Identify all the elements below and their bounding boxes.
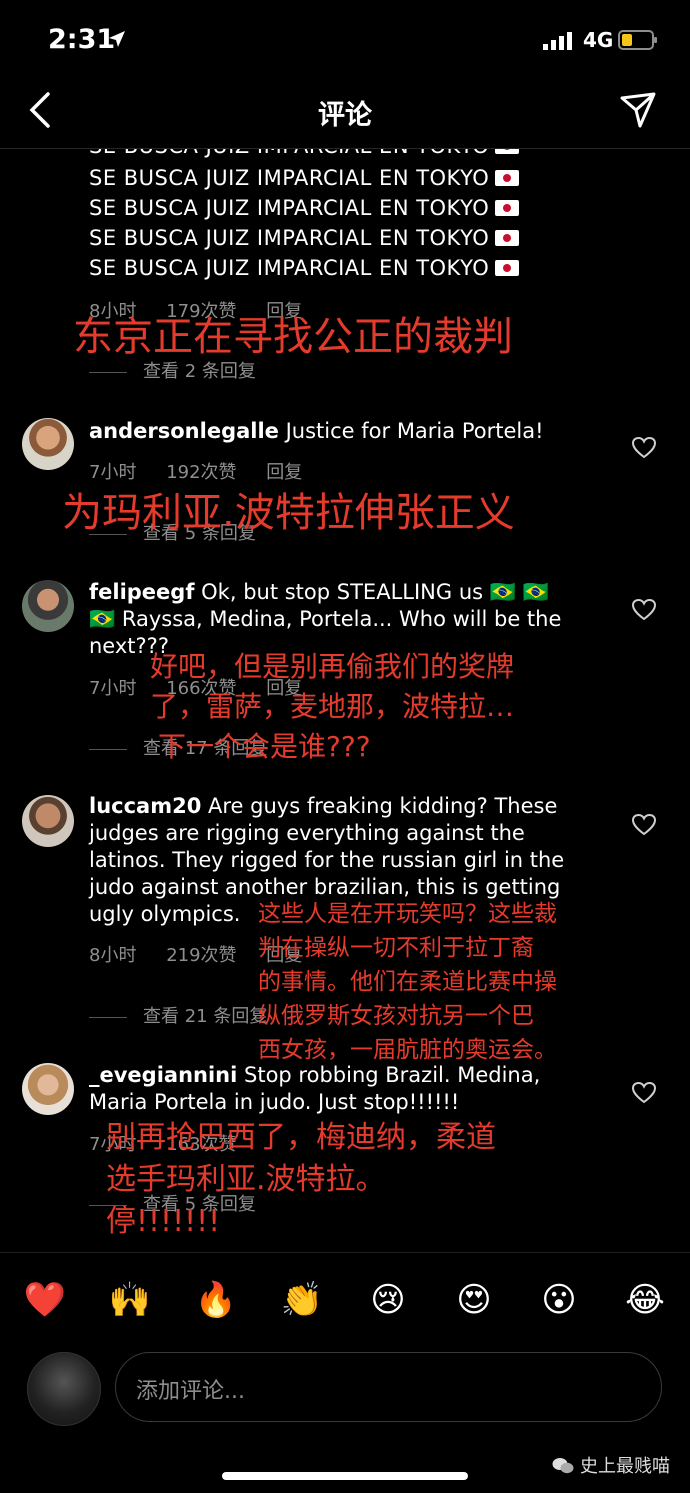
send-icon[interactable] — [618, 90, 658, 130]
clipped-comment-line: SE BUSCA JUIZ IMPARCIAL EN TOKYO — [0, 149, 690, 165]
page-title: 评论 — [318, 100, 372, 131]
watermark: 史上最贱喵 — [552, 1452, 670, 1478]
view-replies-link[interactable]: 查看 21 条回复 — [89, 1002, 267, 1028]
comment-input-placeholder: 添加评论... — [136, 1379, 245, 1404]
avatar[interactable] — [22, 795, 74, 847]
like-heart-icon[interactable] — [632, 814, 656, 836]
location-arrow-icon — [109, 31, 125, 47]
comment-username[interactable]: _evegiannini — [89, 1063, 237, 1087]
translation-line: 这些人是在开玩笑吗？这些裁 — [258, 901, 557, 927]
comment-text: andersonlegalle Justice for Maria Portel… — [89, 419, 544, 443]
comment-time: 7小时 — [89, 678, 137, 699]
wechat-icon — [552, 1458, 574, 1474]
comment-input[interactable]: 添加评论... — [115, 1352, 662, 1422]
comment-line: SE BUSCA JUIZ IMPARCIAL EN TOKYO — [89, 196, 520, 220]
surprised-face-emoji-icon[interactable]: 😮 — [537, 1280, 581, 1320]
japan-flag-icon — [495, 230, 520, 246]
translation-overlay: 为玛利亚.波特拉伸张正义 — [62, 490, 515, 536]
comment-likes[interactable]: 219次赞 — [166, 945, 236, 966]
red-heart-emoji-icon[interactable]: ❤️ — [23, 1280, 67, 1320]
like-heart-icon[interactable] — [632, 1082, 656, 1104]
translation-overlay: 好吧，但是别再偷我们的奖牌 了，雷萨，麦地那，波特拉… 下一个会是谁??? — [150, 647, 514, 767]
like-heart-icon[interactable] — [632, 599, 656, 621]
comment-line: SE BUSCA JUIZ IMPARCIAL EN TOKYO — [89, 166, 520, 190]
current-user-avatar — [27, 1352, 101, 1426]
translation-overlay: 这些人是在开玩笑吗？这些裁 判在操纵一切不利于拉丁裔 的事情。他们在柔道比赛中操… — [258, 897, 557, 1067]
comment-line: SE BUSCA JUIZ IMPARCIAL EN TOKYO — [89, 149, 520, 158]
translation-overlay: 东京正在寻找公正的裁判 — [73, 314, 513, 360]
avatar[interactable] — [22, 1063, 74, 1115]
avatar[interactable] — [22, 580, 74, 632]
like-heart-icon[interactable] — [632, 437, 656, 459]
translation-line: 纵俄罗斯女孩对抗另一个巴 — [258, 1003, 534, 1029]
japan-flag-icon — [495, 200, 520, 216]
battery-icon — [618, 30, 657, 50]
clapping-hands-emoji-icon[interactable]: 👏 — [280, 1280, 324, 1320]
emoji-bar — [0, 1252, 690, 1348]
translation-line: 选手玛利亚.波特拉。 — [106, 1162, 386, 1197]
heart-eyes-emoji-icon[interactable]: 😍 — [452, 1280, 496, 1320]
comment-line: SE BUSCA JUIZ IMPARCIAL EN TOKYO — [89, 256, 520, 280]
avatar[interactable] — [22, 418, 74, 470]
japan-flag-icon — [495, 149, 520, 154]
home-indicator[interactable] — [222, 1472, 468, 1480]
comment-text: _evegiannini Stop robbing Brazil. Medina… — [89, 1063, 541, 1114]
fire-emoji-icon[interactable]: 🔥 — [194, 1280, 238, 1320]
japan-flag-icon — [495, 260, 520, 276]
tears-of-joy-emoji-icon[interactable]: 😂 — [623, 1280, 667, 1320]
translation-line: 下一个会是谁??? — [158, 730, 371, 763]
signal-icon — [543, 32, 572, 50]
comment-time: 8小时 — [89, 945, 137, 966]
comment-line: SE BUSCA JUIZ IMPARCIAL EN TOKYO — [89, 226, 520, 250]
raising-hands-emoji-icon[interactable]: 🙌 — [108, 1280, 152, 1320]
translation-line: 判在操纵一切不利于拉丁裔 — [258, 935, 534, 961]
comment-username[interactable]: andersonlegalle — [89, 419, 279, 443]
comment-username[interactable]: luccam20 — [89, 794, 201, 818]
network-label: 4G — [583, 28, 614, 52]
translation-line: 了，雷萨，麦地那，波特拉… — [150, 690, 515, 723]
japan-flag-icon — [495, 170, 520, 186]
translation-line: 别再抢巴西了，梅迪纳，柔道 — [106, 1120, 496, 1155]
comment-username[interactable]: felipeegf — [89, 580, 194, 604]
translation-line: 好吧，但是别再偷我们的奖牌 — [150, 650, 515, 683]
status-time: 2:31 — [48, 24, 116, 55]
translation-line: 的事情。他们在柔道比赛中操 — [258, 969, 557, 995]
translation-overlay: 别再抢巴西了，梅迪纳，柔道 选手玛利亚.波特拉。 停!!!!!!! — [106, 1117, 496, 1243]
translation-line: 停!!!!!!! — [106, 1204, 221, 1239]
crying-face-emoji-icon[interactable]: 😢 — [366, 1280, 410, 1320]
